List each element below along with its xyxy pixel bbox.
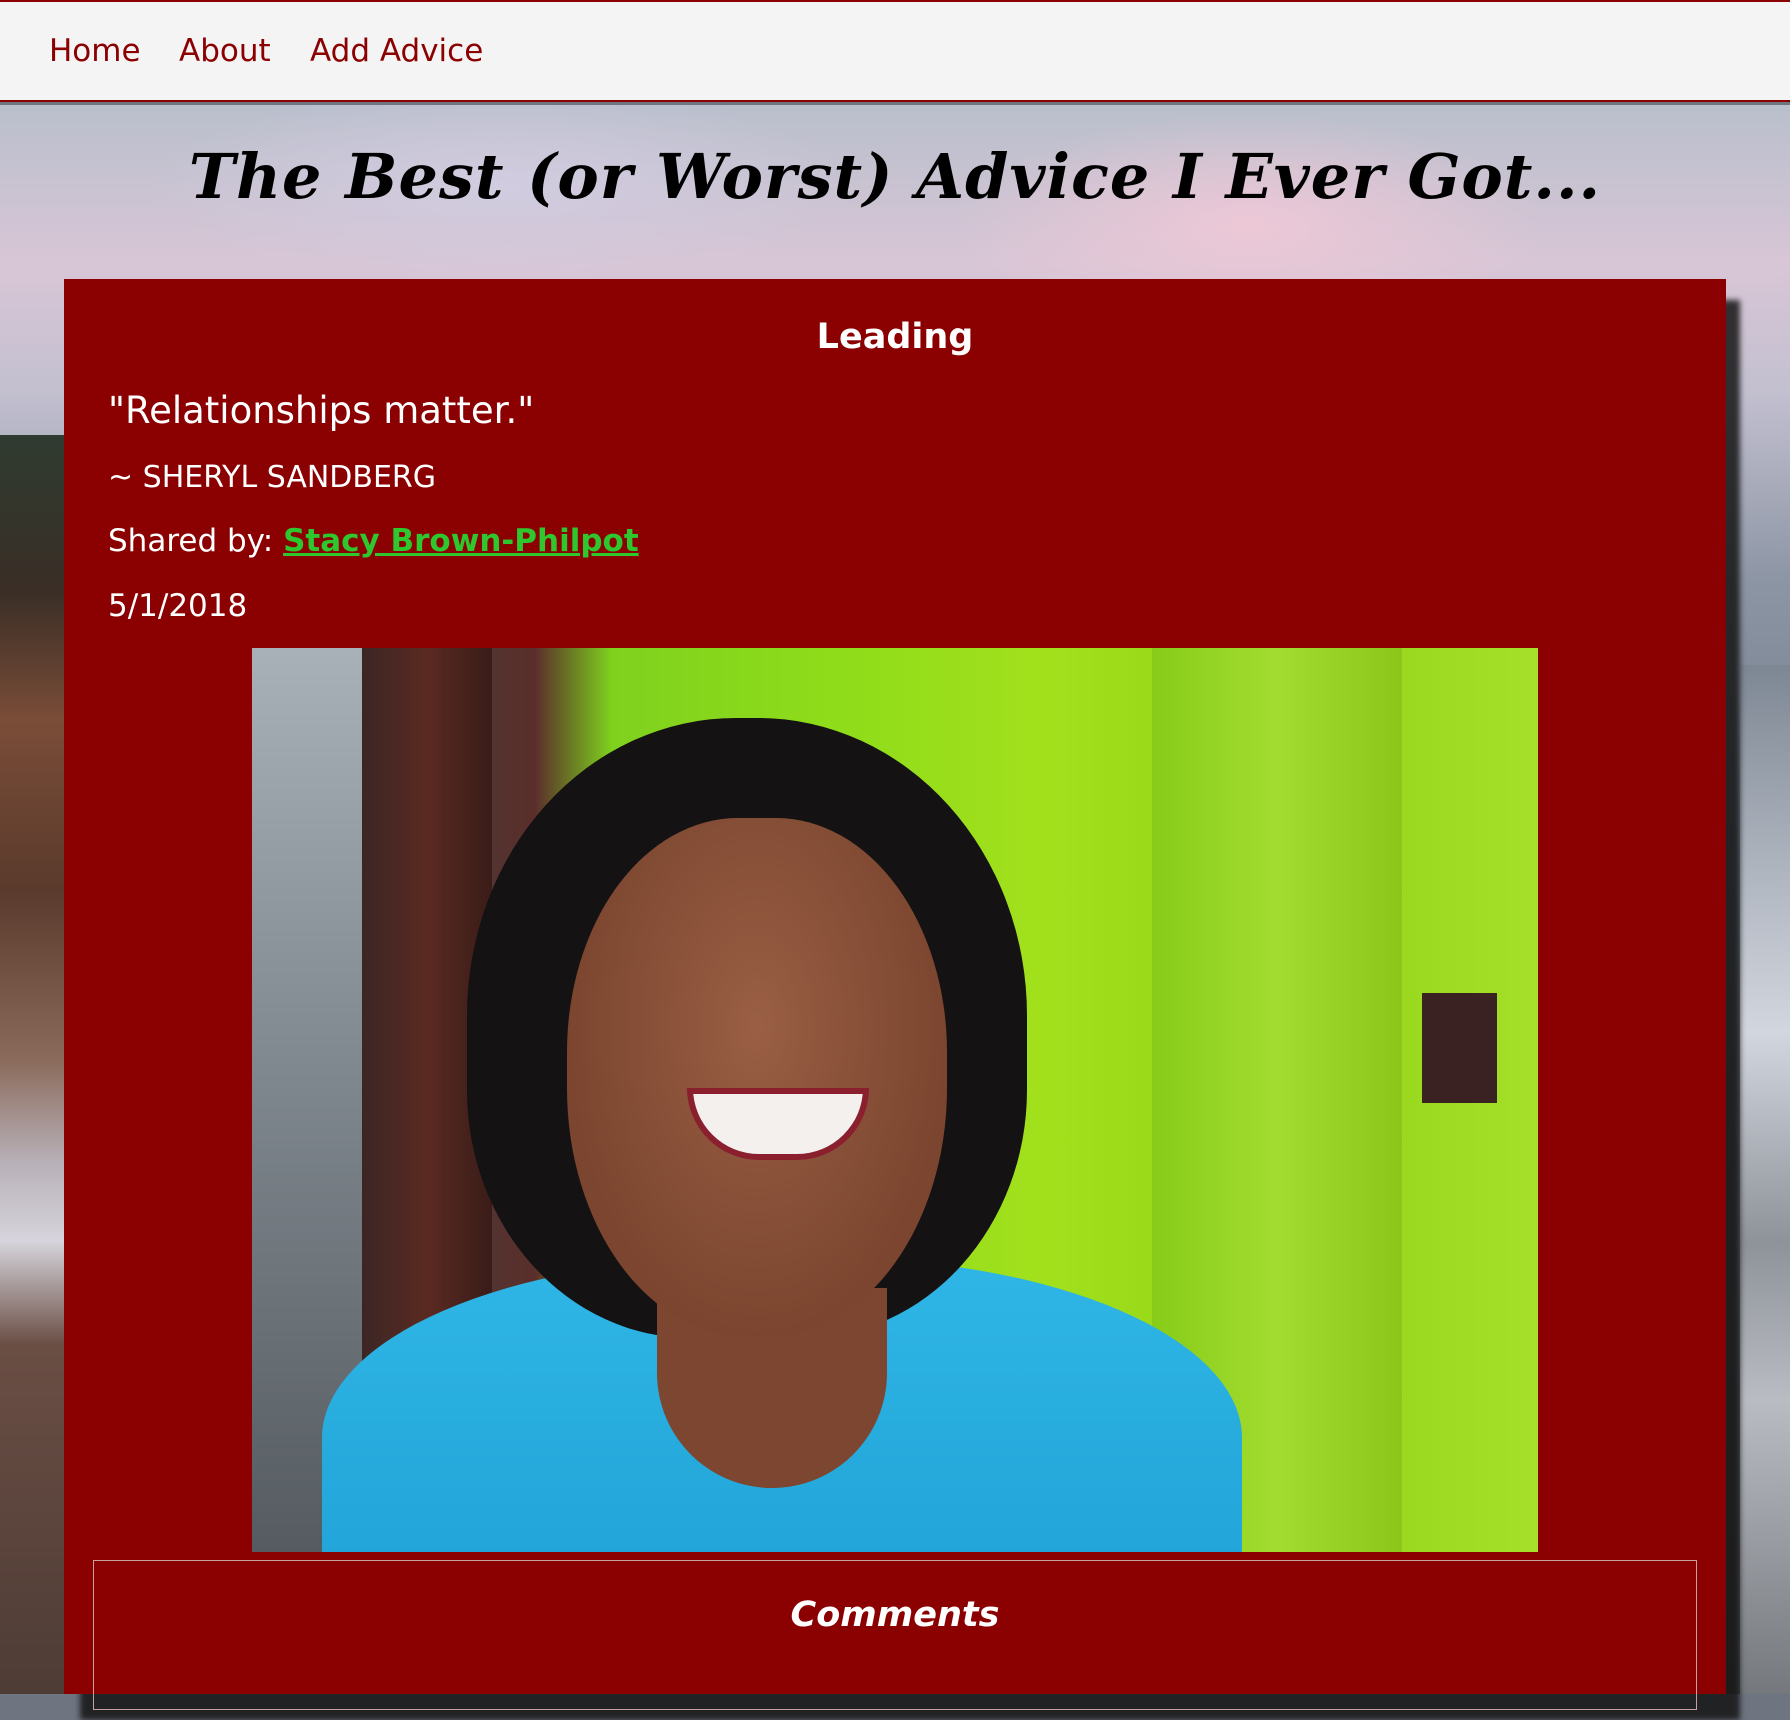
advice-quote: "Relationships matter.": [108, 389, 535, 432]
comments-section: Comments: [93, 1560, 1697, 1710]
advice-photo: [252, 648, 1538, 1552]
shared-by-line: Shared by: Stacy Brown-Philpot: [108, 523, 639, 559]
advice-category-heading: Leading: [816, 317, 974, 357]
nav-about-link[interactable]: About: [179, 33, 271, 69]
nav-home-link[interactable]: Home: [49, 33, 141, 69]
advice-date: 5/1/2018: [108, 588, 248, 624]
comments-title: Comments: [790, 1595, 1000, 1635]
photo-wall-box: [1422, 993, 1497, 1103]
advice-card: Leading "Relationships matter." ~ SHERYL…: [64, 279, 1726, 1710]
nav-add-advice-link[interactable]: Add Advice: [310, 33, 483, 69]
advice-author: ~ SHERYL SANDBERG: [108, 460, 437, 495]
photo-face: [567, 818, 947, 1338]
shared-by-label: Shared by:: [108, 523, 284, 559]
shared-by-user-link[interactable]: Stacy Brown-Philpot: [283, 523, 639, 559]
navbar: Home About Add Advice: [0, 0, 1790, 102]
page-title: The Best (or Worst) Advice I Ever Got...: [188, 140, 1602, 213]
background-cliff: [0, 435, 70, 1694]
background-sea: [1740, 665, 1790, 1694]
